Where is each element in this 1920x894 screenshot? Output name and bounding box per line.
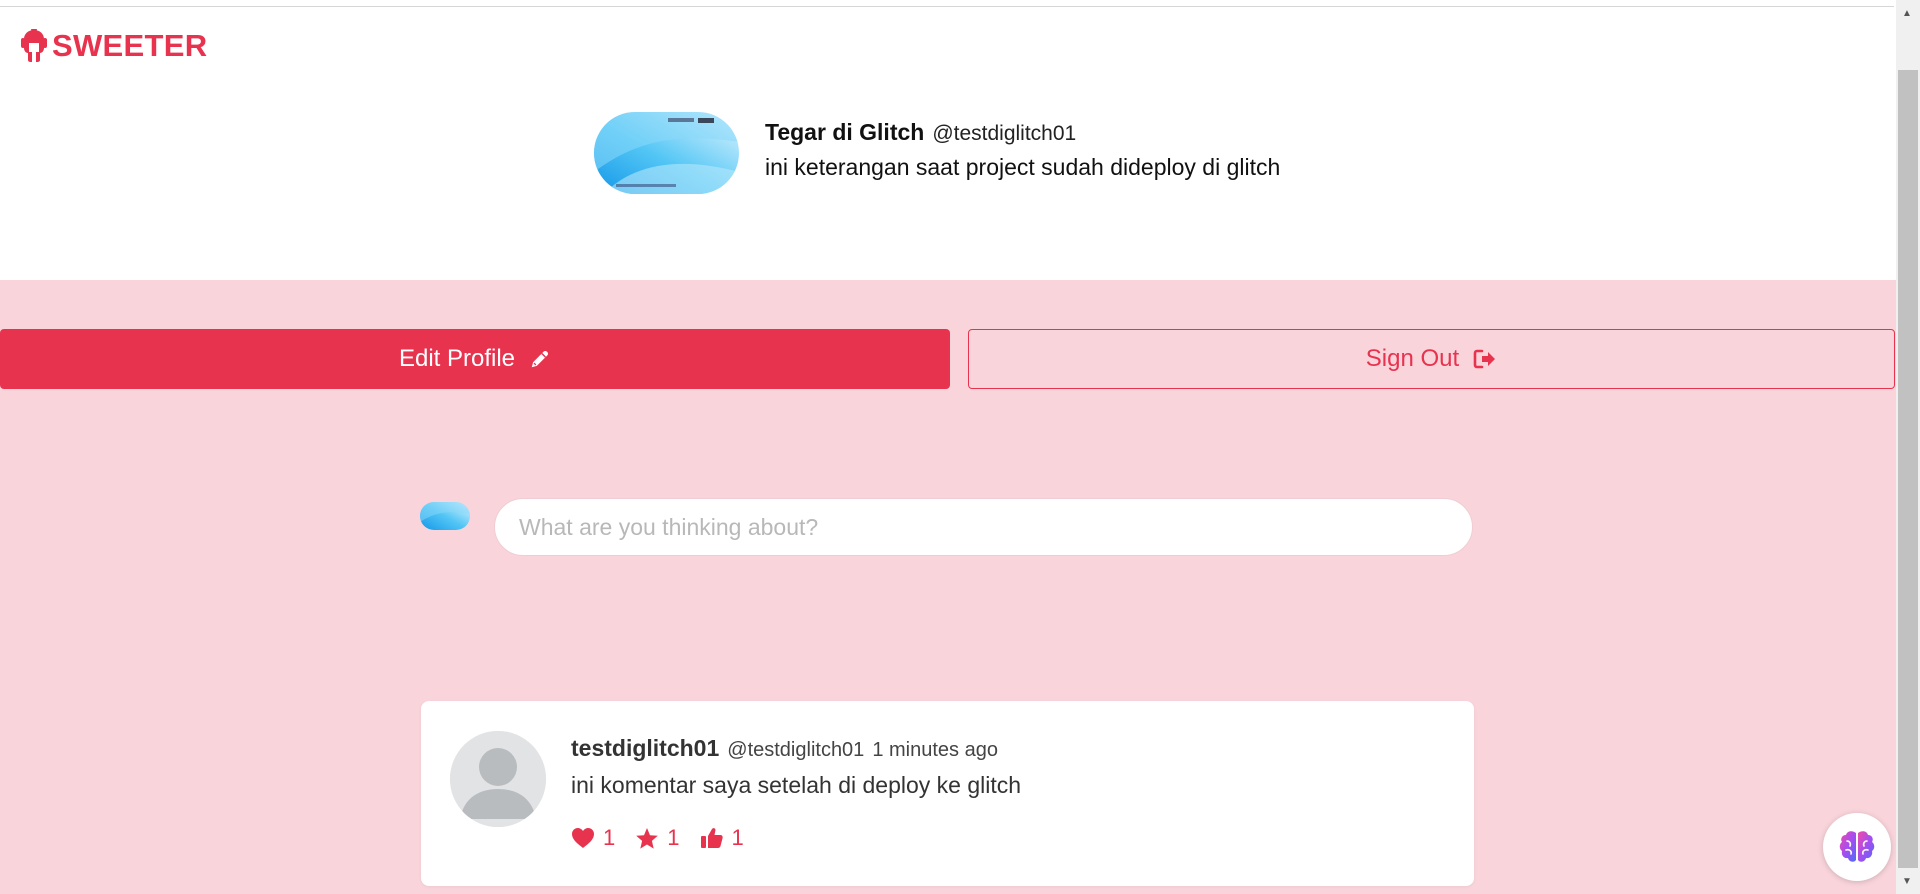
composer-avatar <box>420 502 470 530</box>
post-handle: @testdiglitch01 <box>727 739 865 761</box>
scrollbar-thumb[interactable] <box>1898 70 1918 868</box>
like-count: 1 <box>603 825 616 850</box>
favorite-button[interactable]: 1 <box>635 825 680 851</box>
post-card: testdiglitch01 @testdiglitch01 1 minutes… <box>421 701 1474 886</box>
profile-header: Tegar di Glitch @testdiglitch01 ini kete… <box>594 112 1280 194</box>
brand-name: SWEETER <box>52 28 208 63</box>
avatar-image <box>594 112 739 194</box>
sign-out-icon <box>1473 349 1496 369</box>
profile-avatar[interactable] <box>594 112 739 194</box>
thumbs-up-button[interactable]: 1 <box>700 825 744 851</box>
post-body: testdiglitch01 @testdiglitch01 1 minutes… <box>571 735 1021 851</box>
thumbs-up-icon <box>700 828 723 848</box>
edit-profile-button[interactable]: Edit Profile <box>0 329 950 389</box>
post-username[interactable]: testdiglitch01 <box>571 735 719 762</box>
post-timestamp: 1 minutes ago <box>872 739 998 761</box>
scroll-up-arrow-icon[interactable]: ▲ <box>1902 8 1912 19</box>
pencil-icon <box>531 350 549 368</box>
post-reactions: 1 1 1 <box>571 825 1021 851</box>
sign-out-label: Sign Out <box>1365 345 1460 372</box>
browser-top-border <box>0 0 1894 7</box>
profile-name: Tegar di Glitch <box>765 119 925 145</box>
brain-icon <box>1839 831 1875 862</box>
star-icon <box>636 827 659 849</box>
profile-handle: @testdiglitch01 <box>932 122 1077 145</box>
sign-out-button[interactable]: Sign Out <box>968 329 1895 389</box>
like-button[interactable]: 1 <box>571 825 615 851</box>
heart-icon <box>572 828 594 848</box>
spartan-helmet-icon <box>21 29 47 62</box>
thumbs-up-count: 1 <box>731 825 744 850</box>
brand-logo[interactable]: SWEETER <box>20 28 207 64</box>
assistant-button[interactable] <box>1823 813 1891 881</box>
default-avatar-icon <box>450 731 546 827</box>
favorite-count: 1 <box>667 825 680 850</box>
profile-info: Tegar di Glitch @testdiglitch01 ini kete… <box>765 119 1280 181</box>
edit-profile-label: Edit Profile <box>398 345 516 372</box>
post-input[interactable] <box>494 498 1473 556</box>
page: SWEETER Tegar di Glitch @testdiglitch01 … <box>0 0 1920 894</box>
profile-bio: ini keterangan saat project sudah didepl… <box>765 154 1281 180</box>
post-text: ini komentar saya setelah di deploy ke g… <box>571 772 1022 798</box>
scroll-down-arrow-icon[interactable]: ▼ <box>1902 876 1912 887</box>
